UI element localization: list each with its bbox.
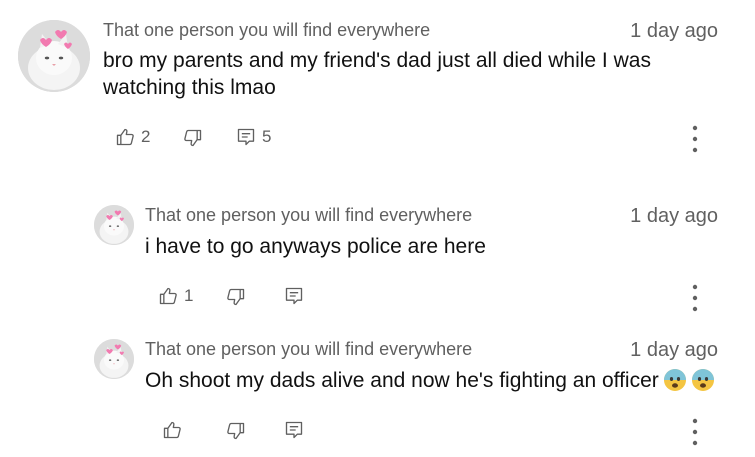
thumbs-down-icon (226, 421, 246, 441)
comment-timestamp: 1 day ago (630, 20, 718, 42)
comment-text-line: bro my parents and my friend's dad just … (103, 49, 651, 72)
top-level-comment: That one person you will find everywhere… (0, 0, 755, 170)
worried-face-emoji-icon (663, 368, 687, 392)
like-count: 2 (141, 127, 151, 146)
comment-text: bro my parents and my friend's dad just … (103, 47, 723, 101)
comments-thread: That one person you will find everywhere… (0, 0, 755, 457)
vertical-ellipsis-icon (692, 418, 698, 446)
reply-comment-icon (284, 420, 304, 440)
reply-comment-icon (236, 127, 256, 147)
like-button[interactable]: 1 (158, 286, 193, 306)
worried-face-emoji-icon (691, 368, 715, 392)
vertical-ellipsis-icon (692, 284, 698, 312)
dislike-button[interactable] (226, 287, 246, 307)
like-button[interactable]: 2 (115, 127, 150, 147)
comment-author[interactable]: That one person you will find everywhere (145, 339, 472, 360)
reply-comment: That one person you will find everywhere… (0, 195, 755, 325)
thumbs-down-icon (183, 128, 203, 148)
thumbs-up-icon (115, 127, 135, 147)
comment-author[interactable]: That one person you will find everywhere (103, 20, 430, 41)
reply-count: 5 (262, 127, 272, 146)
avatar[interactable] (94, 205, 134, 245)
thumbs-down-icon (226, 287, 246, 307)
reply-comment-icon (284, 286, 304, 306)
comment-text: Oh shoot my dads alive and now he's figh… (145, 367, 745, 394)
thumbs-up-icon (162, 420, 182, 440)
more-options-button[interactable] (683, 125, 707, 153)
more-options-button[interactable] (683, 418, 707, 446)
comment-author[interactable]: That one person you will find everywhere (145, 205, 472, 226)
dislike-button[interactable] (183, 128, 203, 148)
avatar[interactable] (94, 339, 134, 379)
comment-timestamp: 1 day ago (630, 339, 718, 361)
reply-comment: That one person you will find everywhere… (0, 329, 755, 457)
like-count: 1 (184, 286, 194, 305)
thumbs-up-icon (158, 286, 178, 306)
avatar[interactable] (18, 20, 90, 92)
more-options-button[interactable] (683, 284, 707, 312)
like-button[interactable] (162, 420, 182, 440)
dislike-button[interactable] (226, 421, 246, 441)
white-cat-avatar-icon (94, 205, 134, 245)
vertical-ellipsis-icon (692, 125, 698, 153)
reply-button[interactable] (284, 286, 304, 306)
white-cat-avatar-icon (94, 339, 134, 379)
comment-text: i have to go anyways police are here (145, 235, 486, 258)
comment-text-body: Oh shoot my dads alive and now he's figh… (145, 369, 659, 392)
white-cat-avatar-icon (18, 20, 90, 92)
comment-timestamp: 1 day ago (630, 205, 718, 227)
comment-text-line: watching this lmao (103, 76, 276, 99)
replies-button[interactable]: 5 (236, 127, 271, 147)
reply-button[interactable] (284, 420, 304, 440)
